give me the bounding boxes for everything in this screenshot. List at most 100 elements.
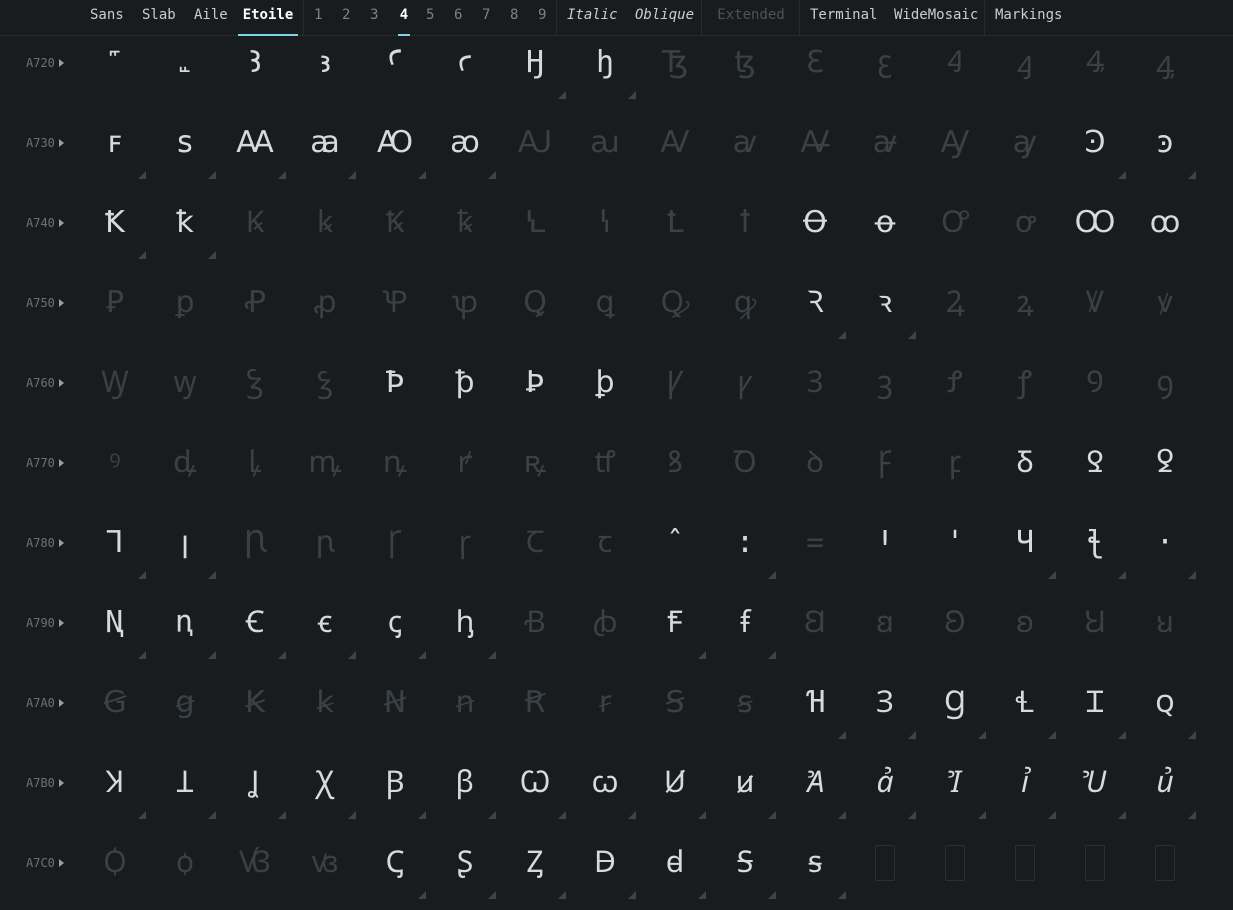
expand-arrow-icon[interactable]: [58, 699, 64, 707]
glyph-cell[interactable]: ꜭ: [990, 23, 1060, 103]
glyph-cell[interactable]: ꝓ: [290, 263, 360, 343]
glyph-cell[interactable]: ꞇ: [570, 503, 640, 583]
glyph-cell[interactable]: Ꝓ: [220, 263, 290, 343]
glyph-cell[interactable]: Ꝧ: [500, 343, 570, 423]
glyph-cell[interactable]: [990, 823, 1060, 903]
glyph-cell[interactable]: ꝴ: [360, 423, 430, 503]
row-codepoint-label[interactable]: A7C0: [26, 855, 86, 871]
glyph-cell[interactable]: Ꝃ: [220, 183, 290, 263]
glyph-cell[interactable]: Ꞔ: [360, 823, 430, 903]
glyph-cell[interactable]: Ꟊ: [710, 823, 780, 903]
row-codepoint-label[interactable]: A770: [26, 455, 86, 471]
glyph-cell[interactable]: ꜽ: [990, 103, 1060, 183]
glyph-cell[interactable]: Ꝗ: [500, 263, 570, 343]
glyph-cell[interactable]: Ꟁ: [80, 823, 150, 903]
glyph-cell[interactable]: =: [780, 503, 850, 583]
glyph-cell[interactable]: ꜳ: [290, 103, 360, 183]
expand-arrow-icon[interactable]: [58, 299, 64, 307]
glyph-cell[interactable]: Ꜳ: [220, 103, 290, 183]
glyph-cell[interactable]: Ᶎ: [500, 823, 570, 903]
glyph-cell[interactable]: Ʞ: [80, 743, 150, 823]
glyph-cell[interactable]: ꝸ: [640, 423, 710, 503]
glyph-cell[interactable]: ꝝ: [990, 263, 1060, 343]
glyph-cell[interactable]: ꟈ: [640, 823, 710, 903]
glyph-cell[interactable]: ꝙ: [710, 263, 780, 343]
glyph-cell[interactable]: Ꞻ: [780, 743, 850, 823]
glyph-cell[interactable]: Ꞵ: [360, 743, 430, 823]
glyph-cell[interactable]: Ꜣ: [220, 23, 290, 103]
glyph-cell[interactable]: Ꝙ: [640, 263, 710, 343]
glyph-cell[interactable]: Ꝋ: [780, 183, 850, 263]
glyph-cell[interactable]: ꝶ: [500, 423, 570, 503]
glyph-cell[interactable]: ꝧ: [570, 343, 640, 423]
glyph-cell[interactable]: ꞕ: [430, 583, 500, 663]
glyph-cell[interactable]: ꞙ: [710, 583, 780, 663]
glyph-cell[interactable]: Ꞌ: [850, 503, 920, 583]
glyph-cell[interactable]: Ꜭ: [920, 23, 990, 103]
glyph-cell[interactable]: ꞃ: [290, 503, 360, 583]
glyph-cell[interactable]: Ꝯ: [1060, 343, 1130, 423]
glyph-cell[interactable]: ꝑ: [150, 263, 220, 343]
glyph-cell[interactable]: Ꜫ: [780, 23, 850, 103]
glyph-cell[interactable]: Ꞇ: [500, 503, 570, 583]
glyph-cell[interactable]: ꞎ: [1060, 503, 1130, 583]
glyph-cell[interactable]: ꜧ: [570, 23, 640, 103]
glyph-cell[interactable]: ꞿ: [1130, 743, 1200, 823]
glyph-cell[interactable]: Ʂ: [430, 823, 500, 903]
glyph-cell[interactable]: Ɬ: [990, 663, 1060, 743]
glyph-cell[interactable]: Ꜷ: [500, 103, 570, 183]
glyph-cell[interactable]: ꝟ: [1130, 263, 1200, 343]
glyph-cell[interactable]: Ꞣ: [220, 663, 290, 743]
glyph-cell[interactable]: ꞣ: [290, 663, 360, 743]
glyph-cell[interactable]: ꞹ: [710, 743, 780, 823]
expand-arrow-icon[interactable]: [58, 859, 64, 867]
glyph-cell[interactable]: Ꞓ: [220, 583, 290, 663]
glyph-cell[interactable]: ꝕ: [430, 263, 500, 343]
glyph-cell[interactable]: Ʝ: [220, 743, 290, 823]
glyph-cell[interactable]: ꜿ: [1130, 103, 1200, 183]
glyph-cell[interactable]: ꞁ: [150, 503, 220, 583]
expand-arrow-icon[interactable]: [58, 139, 64, 147]
glyph-cell[interactable]: ꞝ: [990, 583, 1060, 663]
glyph-cell[interactable]: Ɡ: [920, 663, 990, 743]
glyph-cell[interactable]: Ꝟ: [1060, 263, 1130, 343]
glyph-cell[interactable]: ꝭ: [990, 343, 1060, 423]
glyph-cell[interactable]: Ꜿ: [1060, 103, 1130, 183]
glyph-cell[interactable]: [1130, 823, 1200, 903]
glyph-cell[interactable]: Ꝛ: [780, 263, 850, 343]
expand-arrow-icon[interactable]: [58, 539, 64, 547]
glyph-cell[interactable]: ꝼ: [920, 423, 990, 503]
glyph-cell[interactable]: Ꭓ: [290, 743, 360, 823]
glyph-cell[interactable]: Ꜻ: [780, 103, 850, 183]
glyph-cell[interactable]: Ꜹ: [640, 103, 710, 183]
glyph-cell[interactable]: [850, 823, 920, 903]
row-codepoint-label[interactable]: A7A0: [26, 695, 86, 711]
glyph-cell[interactable]: Ꝭ: [920, 343, 990, 423]
glyph-cell[interactable]: Ꜧ: [500, 23, 570, 103]
glyph-cell[interactable]: ꝲ: [220, 423, 290, 503]
glyph-cell[interactable]: Ꜯ: [1060, 23, 1130, 103]
glyph-cell[interactable]: ꞓ: [290, 583, 360, 663]
glyph-cell[interactable]: ꝱ: [150, 423, 220, 503]
glyph-cell[interactable]: Ꞽ: [920, 743, 990, 823]
glyph-cell[interactable]: ꟃ: [290, 823, 360, 903]
glyph-cell[interactable]: Ꝿ: [1060, 423, 1130, 503]
glyph-cell[interactable]: Ꝥ: [360, 343, 430, 423]
glyph-cell[interactable]: ꝫ: [850, 343, 920, 423]
glyph-cell[interactable]: Ꝑ: [80, 263, 150, 343]
glyph-cell[interactable]: Ꞧ: [500, 663, 570, 743]
glyph-cell[interactable]: Ꞃ: [220, 503, 290, 583]
glyph-cell[interactable]: ꝍ: [990, 183, 1060, 263]
glyph-cell[interactable]: ꝛ: [850, 263, 920, 343]
glyph-cell[interactable]: ꝏ: [1130, 183, 1200, 263]
row-codepoint-label[interactable]: A720: [26, 55, 86, 71]
glyph-cell[interactable]: Ꟃ: [220, 823, 290, 903]
glyph-cell[interactable]: Ꞗ: [500, 583, 570, 663]
glyph-cell[interactable]: Ɥ: [990, 503, 1060, 583]
glyph-cell[interactable]: Ꝺ: [710, 423, 780, 503]
glyph-cell[interactable]: Ꞁ: [80, 503, 150, 583]
expand-arrow-icon[interactable]: [58, 379, 64, 387]
expand-arrow-icon[interactable]: [58, 219, 64, 227]
glyph-cell[interactable]: ꝃ: [290, 183, 360, 263]
glyph-cell[interactable]: ·: [1130, 503, 1200, 583]
